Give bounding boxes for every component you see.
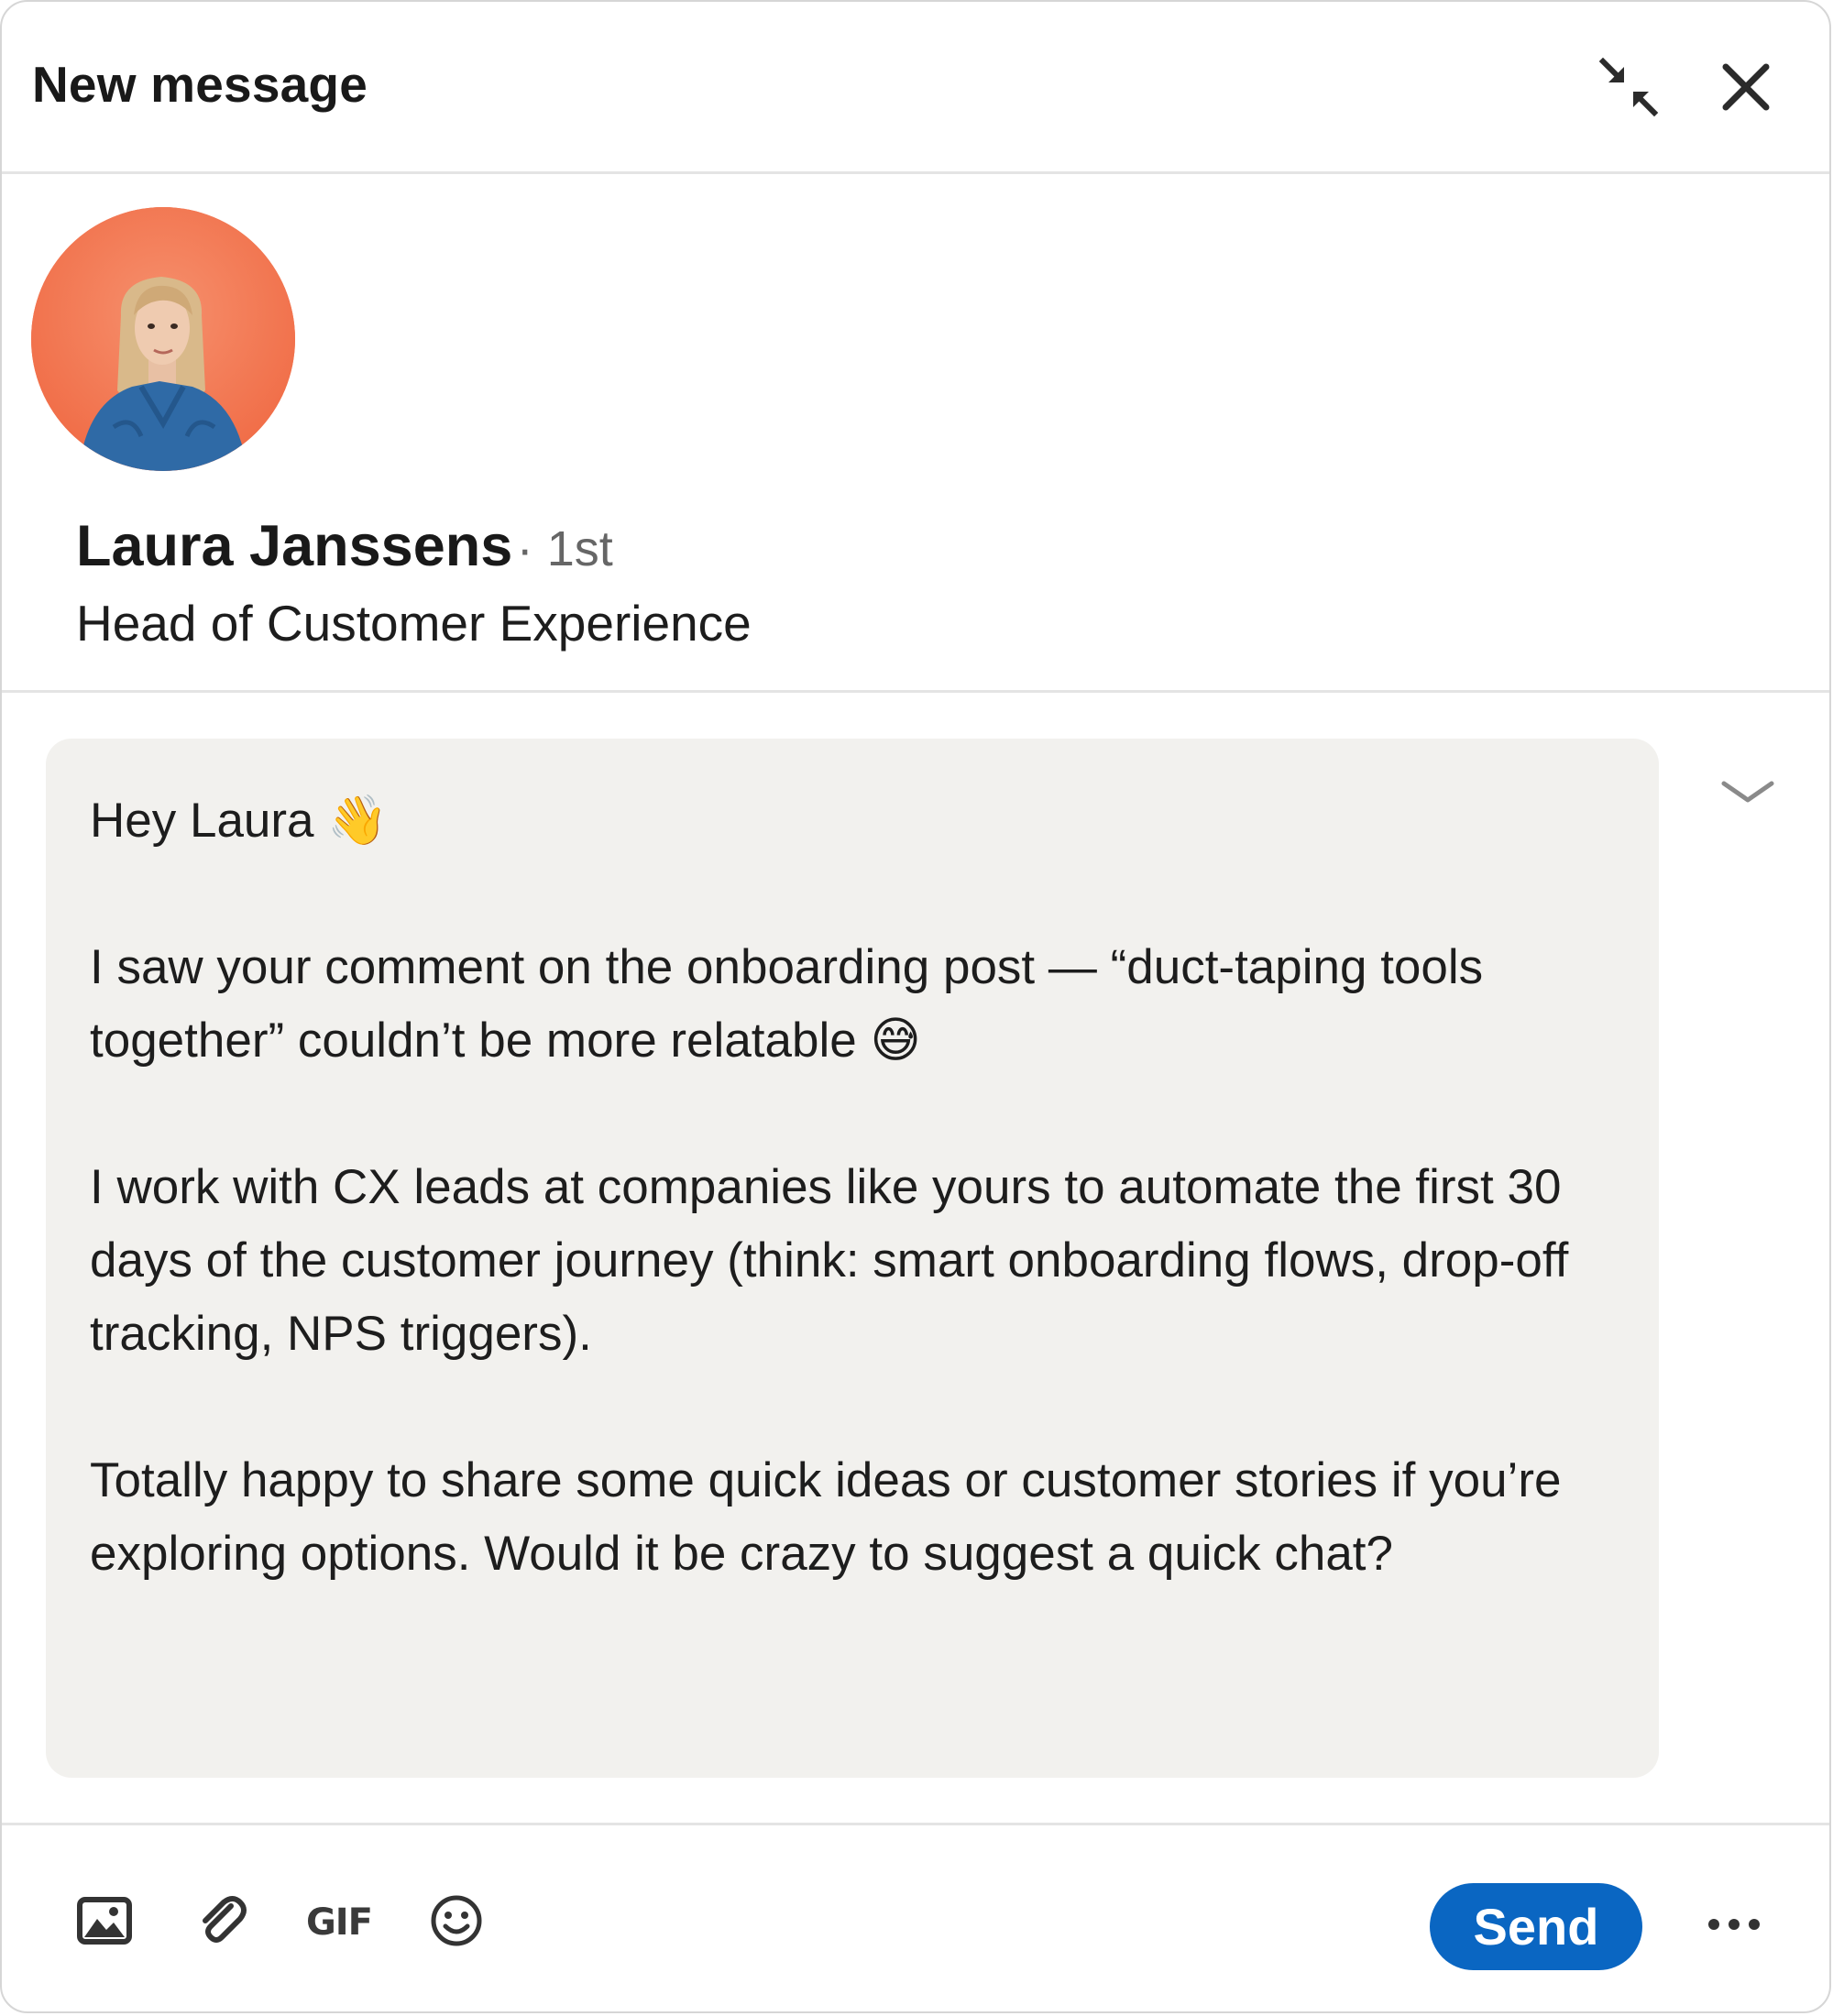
more-options-button[interactable] bbox=[1697, 1890, 1771, 1963]
attach-image-button[interactable] bbox=[70, 1888, 139, 1957]
more-horizontal-icon bbox=[1707, 1917, 1762, 1936]
avatar[interactable] bbox=[31, 207, 295, 471]
compose-title: New message bbox=[32, 56, 368, 113]
paperclip-icon bbox=[194, 1893, 249, 1953]
close-button[interactable] bbox=[1705, 48, 1787, 130]
compose-header: New message bbox=[2, 2, 1829, 174]
message-compose-window: New message Laura Janssens · 1st Head of… bbox=[0, 0, 1831, 2013]
smiley-icon bbox=[429, 1893, 484, 1953]
attach-file-button[interactable] bbox=[187, 1888, 257, 1957]
close-icon bbox=[1720, 61, 1772, 117]
message-paragraph: Totally happy to share some quick ideas … bbox=[90, 1453, 1575, 1581]
message-paragraph: I saw your comment on the onboarding pos… bbox=[90, 940, 1497, 1068]
recipient-card: Laura Janssens · 1st Head of Customer Ex… bbox=[2, 174, 1829, 693]
chevron-down-icon bbox=[1720, 778, 1775, 810]
gif-button[interactable]: GIF bbox=[304, 1888, 374, 1957]
connection-degree: · 1st bbox=[516, 521, 613, 576]
message-area: Hey Laura 👋 I saw your comment on the on… bbox=[2, 693, 1829, 1825]
message-paragraph: I work with CX leads at companies like y… bbox=[90, 1160, 1583, 1361]
collapse-message-button[interactable] bbox=[1716, 766, 1780, 821]
message-body-field[interactable]: Hey Laura 👋 I saw your comment on the on… bbox=[46, 739, 1659, 1778]
send-button[interactable]: Send bbox=[1430, 1883, 1642, 1970]
image-icon bbox=[77, 1896, 132, 1949]
message-paragraph: Hey Laura 👋 bbox=[90, 794, 389, 848]
recipient-headline: Head of Customer Experience bbox=[76, 595, 752, 652]
recipient-name-line: Laura Janssens · 1st bbox=[76, 513, 613, 579]
compose-toolbar: GIF Send bbox=[2, 1825, 1829, 2011]
minimize-button[interactable] bbox=[1587, 48, 1670, 130]
recipient-name[interactable]: Laura Janssens bbox=[76, 514, 512, 578]
minimize-arrows-icon bbox=[1596, 54, 1662, 125]
emoji-button[interactable] bbox=[422, 1888, 491, 1957]
